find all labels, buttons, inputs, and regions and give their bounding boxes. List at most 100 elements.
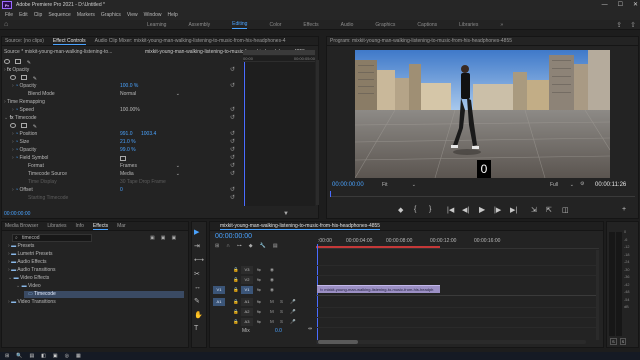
32bit-icon[interactable]: ▣ (161, 235, 166, 241)
search-icon[interactable]: 🔍 (16, 353, 22, 359)
step-back-button[interactable]: ◀| (462, 206, 469, 214)
accelerated-icon[interactable]: ▣ (150, 235, 155, 241)
rectangle-icon[interactable] (21, 75, 28, 80)
reset-icon[interactable]: ↺ (230, 162, 235, 169)
sync-icon[interactable]: ⇆ (257, 309, 261, 315)
ec-offset-value[interactable]: 0 (120, 187, 123, 194)
track-label-a2[interactable]: A2 (241, 308, 253, 316)
sync-icon[interactable]: ⇆ (257, 319, 261, 325)
mark-in-button[interactable]: { (414, 206, 416, 213)
workspace-tab-effects[interactable]: Effects (303, 22, 318, 28)
reset-icon[interactable]: ↺ (230, 130, 235, 137)
tree-audio-effects[interactable]: › ▬ Audio Effects (8, 259, 47, 266)
workspace-tab-libraries[interactable]: Libraries (459, 22, 478, 28)
tab-libraries[interactable]: Libraries (47, 223, 66, 229)
track-select-tool-icon[interactable]: ⇥ (194, 242, 204, 250)
ripple-edit-tool-icon[interactable]: ⟷ (194, 256, 204, 264)
tree-video-transitions[interactable]: › ▬ Video Transitions (8, 299, 56, 306)
lock-icon[interactable]: 🔒 (233, 267, 239, 273)
timeline-sequence-tab[interactable]: mixkit-young-man-walking-listening-to-mu… (220, 223, 381, 230)
source-clip-selector[interactable]: Source * mixkit-young-man-walking-listen… (4, 49, 154, 56)
track-label-v2[interactable]: V2 (241, 276, 253, 284)
reset-icon[interactable]: ↺ (230, 82, 235, 89)
hand-tool-icon[interactable]: ✋ (194, 311, 204, 319)
tab-effect-controls[interactable]: Effect Controls (52, 38, 86, 45)
eye-icon[interactable]: ◉ (270, 277, 274, 283)
slip-tool-icon[interactable]: ↔ (194, 284, 204, 291)
track-label-v1[interactable]: V1 (241, 286, 253, 294)
mark-out-button[interactable]: } (429, 206, 431, 213)
tab-markers[interactable]: Mar (117, 223, 126, 229)
program-video-frame[interactable]: 0 (355, 50, 610, 178)
timeline-timecode[interactable]: 00:00:00:00 (215, 233, 252, 240)
menu-clip[interactable]: Clip (34, 12, 43, 18)
reset-icon[interactable]: ↺ (230, 114, 235, 121)
ec-position-x[interactable]: 991.0 (120, 131, 133, 138)
tab-info[interactable]: Info (76, 223, 84, 229)
workspace-tab-editing[interactable]: Editing (232, 21, 248, 29)
tab-audio-clip-mixer[interactable]: Audio Clip Mixer: mixkit-young-man-walki… (95, 38, 286, 44)
menu-window[interactable]: Window (144, 12, 162, 18)
snap-icon[interactable]: ∩ (226, 243, 230, 249)
effects-search-input[interactable]: ⌕ timecod (12, 234, 92, 242)
track-label-v3[interactable]: V3 (241, 266, 253, 274)
source-patch-v1[interactable]: V1 (213, 286, 225, 294)
tab-source[interactable]: Source: (no clips) (5, 38, 44, 44)
lift-button[interactable]: ⇲ (531, 206, 537, 214)
menu-markers[interactable]: Markers (77, 12, 95, 18)
export-icon[interactable]: ⇪ (616, 21, 622, 29)
workspace-tab-assembly[interactable]: Assembly (188, 22, 210, 28)
mic-icon[interactable]: 🎤 (290, 299, 296, 305)
ec-blend-dropdown[interactable]: Normal ⌄ (120, 91, 180, 98)
nest-icon[interactable]: ⊞ (215, 243, 219, 249)
ellipse-mask-icon[interactable] (4, 59, 10, 64)
play-button[interactable]: ▶ (479, 205, 485, 214)
menu-file[interactable]: File (5, 12, 13, 18)
ec-t-opacity-value[interactable]: 99.0 % (120, 147, 136, 154)
timeline-settings-icon[interactable]: 🔧 (260, 243, 266, 249)
workspace-tab-audio[interactable]: Audio (341, 22, 354, 28)
program-title[interactable]: Program: mixkit-young-man-walking-listen… (330, 38, 512, 44)
sync-icon[interactable]: ⇆ (257, 287, 261, 293)
reset-icon[interactable]: ↺ (230, 154, 235, 161)
menu-help[interactable]: Help (167, 12, 177, 18)
rectangle-icon-2[interactable] (21, 123, 28, 128)
button-editor-button[interactable]: + (622, 206, 626, 213)
eye-icon[interactable]: ◉ (270, 267, 274, 273)
close-button[interactable]: ✕ (633, 0, 638, 10)
maximize-button[interactable]: ☐ (618, 0, 623, 10)
timeline-ruler[interactable]: :00:00 00:00:04:00 00:00:08:00 00:00:12:… (316, 237, 599, 249)
filter-icon[interactable]: ▼ (283, 211, 289, 217)
app-icon[interactable]: ◎ (65, 353, 69, 359)
mix-value[interactable]: 0.0 (275, 328, 282, 334)
reset-icon[interactable]: ↺ (230, 138, 235, 145)
settings-wrench-icon[interactable]: ⚙ (580, 181, 584, 187)
add-marker-icon[interactable]: ◆ (249, 243, 253, 249)
solo-icon[interactable]: S (280, 319, 283, 324)
yuv-icon[interactable]: ▣ (171, 235, 176, 241)
linked-selection-icon[interactable]: ⊶ (237, 243, 242, 249)
timeline-clip-v1[interactable]: fx mixkit-young-man-walking-listening-to… (317, 285, 440, 293)
ec-scrollbar[interactable] (316, 60, 319, 205)
timeline-playhead[interactable] (317, 244, 318, 344)
mute-icon[interactable]: M (270, 299, 274, 304)
ec-opacity-value[interactable]: 100.0 % (120, 83, 138, 90)
ec-size-value[interactable]: 21.0 % (120, 139, 136, 146)
timeline-h-scrollbar[interactable] (316, 340, 586, 344)
tree-lumetri-presets[interactable]: › ▬ Lumetri Presets (8, 251, 52, 258)
extract-button[interactable]: ⇱ (546, 206, 552, 214)
lock-icon[interactable]: 🔒 (233, 309, 239, 315)
mute-icon[interactable]: M (270, 319, 274, 324)
menu-graphics[interactable]: Graphics (101, 12, 121, 18)
go-to-out-button[interactable]: ▶| (510, 206, 517, 214)
tree-video[interactable]: ⌄ ▬ Video (16, 283, 41, 290)
app-icon[interactable]: ◧ (41, 353, 46, 359)
program-timecode[interactable]: 00:00:00:00 (332, 182, 364, 188)
mute-icon[interactable]: M (270, 309, 274, 314)
pen-tool-icon[interactable]: ✎ (194, 297, 204, 305)
export-frame-button[interactable]: ◫ (562, 206, 569, 214)
step-forward-button[interactable]: |▶ (494, 206, 501, 214)
app-icon[interactable]: ▦ (76, 353, 81, 359)
home-icon[interactable]: ⌂ (4, 21, 8, 28)
reset-icon[interactable]: ↺ (230, 106, 235, 113)
